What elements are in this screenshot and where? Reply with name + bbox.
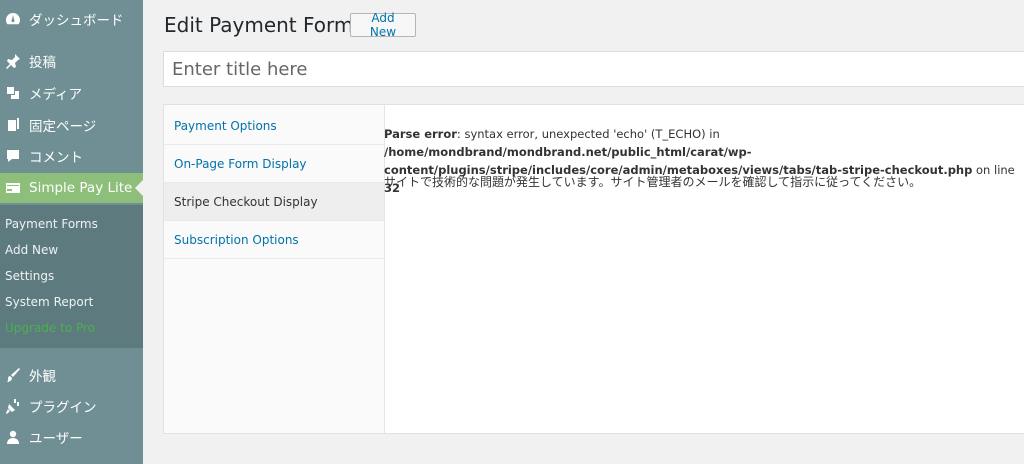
submenu-item-add-new[interactable]: Add New xyxy=(5,240,58,260)
tab-on-page-form-display[interactable]: On-Page Form Display xyxy=(164,145,384,183)
title-input[interactable] xyxy=(163,51,1024,87)
sidebar-item-pages[interactable]: 固定ページ xyxy=(0,110,143,140)
plugin-icon xyxy=(3,396,23,416)
tab-subscription-options[interactable]: Subscription Options xyxy=(164,221,384,259)
error-label: Parse error xyxy=(384,127,457,141)
sidebar-item-users[interactable]: ユーザー xyxy=(0,422,143,452)
sidebar-item-label: 外観 xyxy=(29,369,56,385)
submenu-item-payment-forms[interactable]: Payment Forms xyxy=(5,214,98,234)
sidebar-item-plugins[interactable]: プラグイン xyxy=(0,391,143,421)
sidebar-item-label: プラグイン xyxy=(29,400,97,416)
sidebar-item-label: 固定ページ xyxy=(29,119,97,135)
media-icon xyxy=(3,83,23,103)
comment-icon xyxy=(3,146,23,166)
metabox-tabs: Payment Options On-Page Form Display Str… xyxy=(164,105,385,433)
dashboard-icon xyxy=(3,9,23,29)
error-text: : syntax error, unexpected 'echo' (T_ECH… xyxy=(456,127,720,141)
sidebar-item-label: 投稿 xyxy=(29,55,56,71)
sidebar-item-posts[interactable]: 投稿 xyxy=(0,46,143,76)
sidebar-item-media[interactable]: メディア xyxy=(0,78,143,108)
sidebar-item-label: ユーザー xyxy=(29,431,83,447)
sidebar-item-label: ダッシュボード xyxy=(29,13,124,29)
sidebar-item-simple-pay-lite[interactable]: Simple Pay Lite xyxy=(0,173,143,203)
sidebar-item-label: コメント xyxy=(29,150,83,166)
sidebar-item-dashboard[interactable]: ダッシュボード xyxy=(0,4,143,34)
page-icon xyxy=(3,115,23,135)
admin-sidebar: ダッシュボード 投稿 メディア 固定ページ コメント Simple Pay Li… xyxy=(0,0,143,464)
site-error-notice: サイトで技術的な問題が発生しています。サイト管理者のメールを確認して指示に従って… xyxy=(384,175,922,189)
tab-stripe-checkout-display[interactable]: Stripe Checkout Display xyxy=(164,183,384,221)
submenu-item-system-report[interactable]: System Report xyxy=(5,292,93,312)
payment-form-metabox: Payment Options On-Page Form Display Str… xyxy=(163,104,1024,434)
payment-card-icon xyxy=(3,178,23,198)
sidebar-item-appearance[interactable]: 外観 xyxy=(0,360,143,390)
tab-payment-options[interactable]: Payment Options xyxy=(164,107,384,145)
page-title: Edit Payment Form xyxy=(164,13,354,37)
simple-pay-submenu: Payment Forms Add New Settings System Re… xyxy=(0,205,143,348)
user-icon xyxy=(3,427,23,447)
current-menu-arrow xyxy=(135,180,143,196)
sidebar-item-label: Simple Pay Lite xyxy=(29,180,133,196)
sidebar-item-label: メディア xyxy=(29,87,83,103)
sidebar-item-comments[interactable]: コメント xyxy=(0,141,143,171)
add-new-button[interactable]: Add New xyxy=(350,11,416,39)
submenu-item-settings[interactable]: Settings xyxy=(5,266,54,286)
submenu-item-upgrade-to-pro[interactable]: Upgrade to Pro xyxy=(5,318,95,338)
appearance-brush-icon xyxy=(3,365,23,385)
tab-panel: Parse error: syntax error, unexpected 'e… xyxy=(384,105,1024,433)
pin-icon xyxy=(3,51,23,71)
